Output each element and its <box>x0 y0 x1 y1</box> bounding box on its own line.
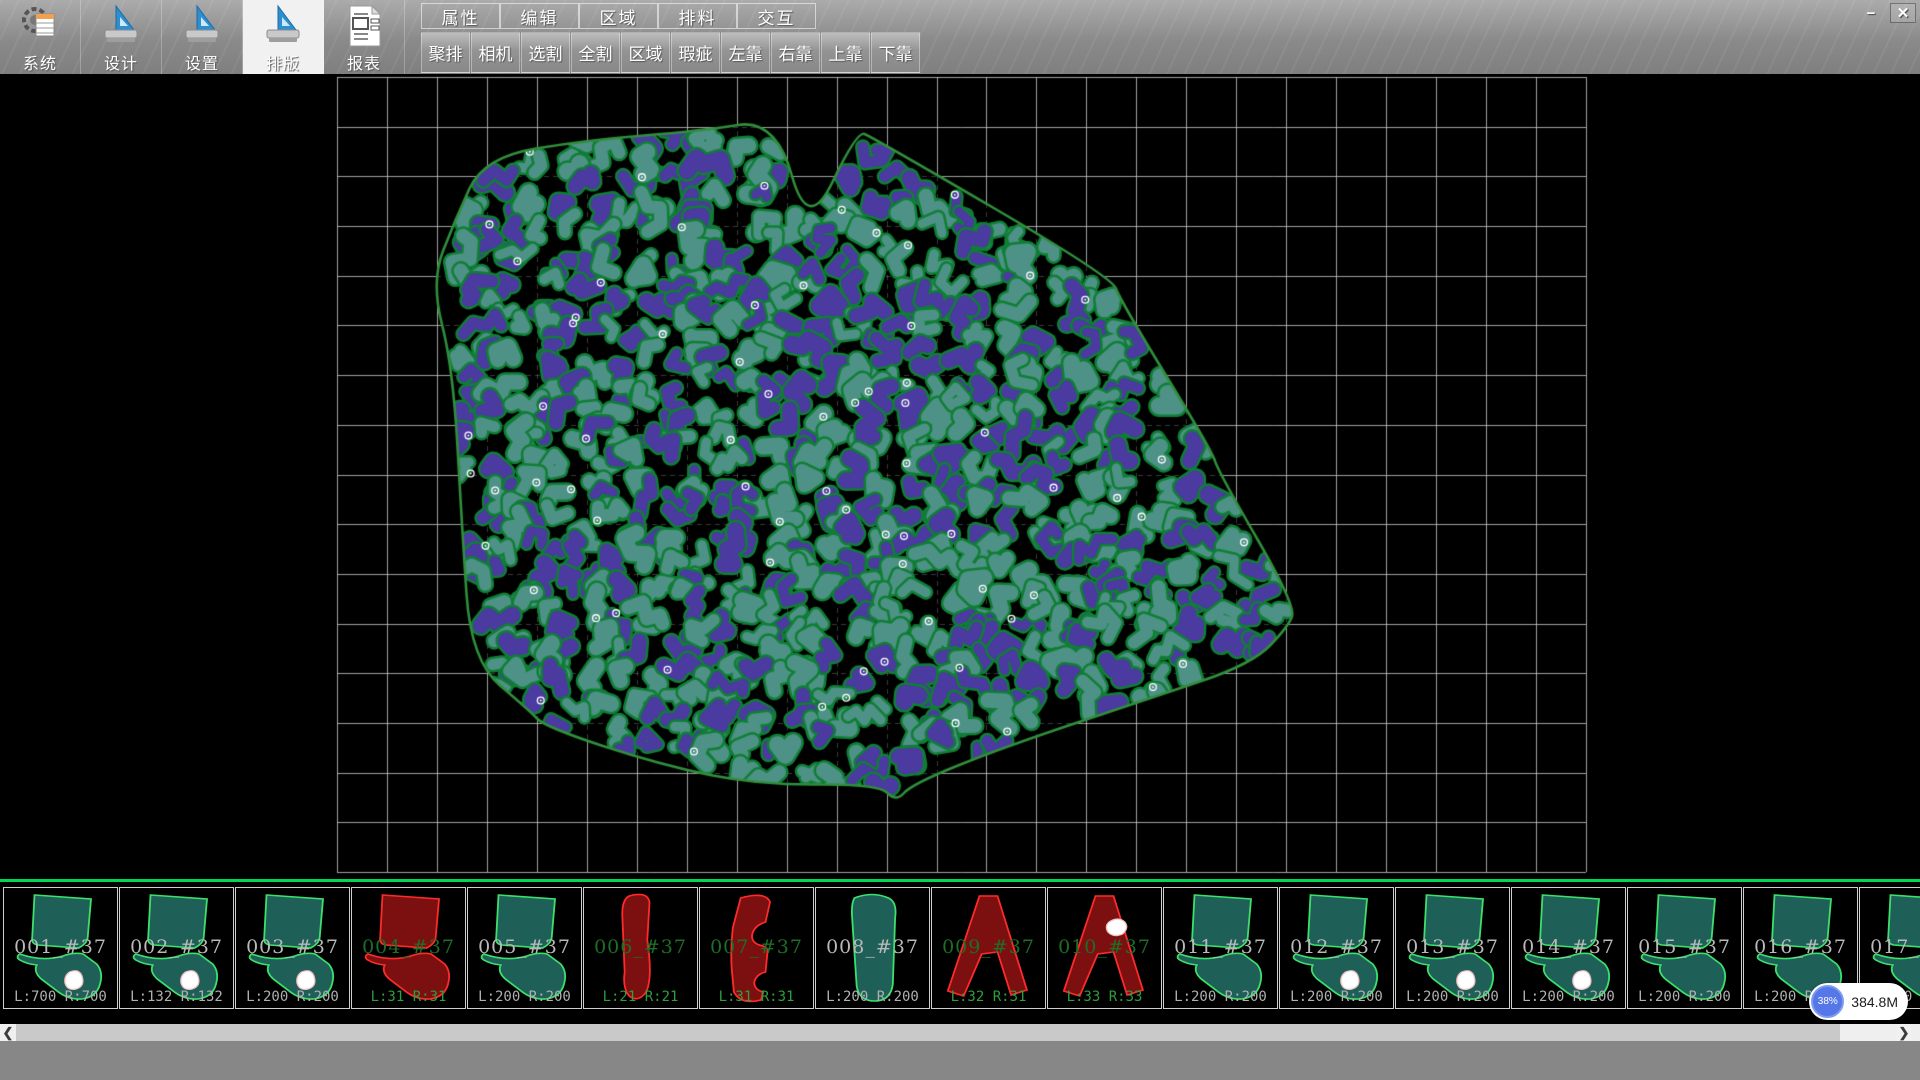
tool-button-7[interactable]: 左靠 <box>721 32 770 73</box>
nesting-workspace[interactable] <box>0 74 1920 879</box>
scroll-left-icon[interactable]: ❮ <box>0 1024 16 1041</box>
app-tab-label: 报表 <box>347 50 381 74</box>
tool-button-1[interactable]: 聚排 <box>421 32 470 73</box>
tool-button-3[interactable]: 选割 <box>521 32 570 73</box>
piece-lr-count: L:200 R:200 <box>816 989 929 1005</box>
memory-percent-badge: 38% <box>1811 985 1844 1018</box>
tool-button-6[interactable]: 瑕疵 <box>671 32 720 73</box>
menu-item-4[interactable]: 排料 <box>658 3 737 29</box>
tool-row: 聚排相机选割全割区域瑕疵左靠右靠上靠下靠 <box>421 32 921 73</box>
piece-lr-count: L:200 R:200 <box>1396 989 1509 1005</box>
menu-item-3[interactable]: 区域 <box>579 3 658 29</box>
app-tab-label: 设置 <box>185 50 219 74</box>
app-tab-2[interactable]: 设计 <box>81 0 162 74</box>
thumbnail-cell-14[interactable]: 014_#37 L:200 R:200 <box>1511 887 1626 1009</box>
menu-item-5[interactable]: 交互 <box>737 3 816 29</box>
tool-button-5[interactable]: 区域 <box>621 32 670 73</box>
tool-button-4[interactable]: 全割 <box>571 32 620 73</box>
settings-ruler-icon <box>182 4 222 48</box>
thumbnail-cell-1[interactable]: 001_#37 L:700 R:700 <box>3 887 118 1009</box>
app-tab-5[interactable]: 报表 <box>324 0 405 74</box>
piece-name: 016_#37 <box>1744 936 1857 958</box>
piece-name: 004_#37 <box>352 936 465 958</box>
app-tab-3[interactable]: 设置 <box>162 0 243 74</box>
piece-lr-count: L:200 R:200 <box>1628 989 1741 1005</box>
tool-button-2[interactable]: 相机 <box>471 32 520 73</box>
tool-button-9[interactable]: 上靠 <box>821 32 870 73</box>
piece-name: 001_#37 <box>4 936 117 958</box>
thumbnail-cell-10[interactable]: 010_#37 L:33 R:33 <box>1047 887 1162 1009</box>
status-footer <box>0 1041 1920 1080</box>
tool-button-8[interactable]: 右靠 <box>771 32 820 73</box>
thumbnail-cell-11[interactable]: 011_#37 L:200 R:200 <box>1163 887 1278 1009</box>
piece-name: 010_#37 <box>1048 936 1161 958</box>
thumbnail-cell-3[interactable]: 003_#37 L:200 R:200 <box>235 887 350 1009</box>
tool-button-10[interactable]: 下靠 <box>871 32 920 73</box>
thumbnail-cell-5[interactable]: 005_#37 L:200 R:200 <box>467 887 582 1009</box>
thumbnail-cell-12[interactable]: 012_#37 L:200 R:200 <box>1279 887 1394 1009</box>
piece-lr-count: L:21 R:21 <box>584 989 697 1005</box>
piece-name: 011_#37 <box>1164 936 1277 958</box>
report-icon <box>344 4 384 48</box>
design-ruler-icon <box>101 4 141 48</box>
toolbar: 系统设计设置排版报表 属性编辑区域排料交互 聚排相机选割全割区域瑕疵左靠右靠上靠… <box>0 0 1920 74</box>
piece-name: 009_#37 <box>932 936 1045 958</box>
piece-lr-count: L:32 R:31 <box>932 989 1045 1005</box>
piece-lr-count: L:33 R:33 <box>1048 989 1161 1005</box>
piece-thumbnail-strip: 001_#37L:700 R:700002_#37L:132 R:132003_… <box>0 879 1920 1024</box>
piece-lr-count: L:200 R:200 <box>468 989 581 1005</box>
app-tab-4[interactable]: 排版 <box>243 0 324 74</box>
close-button[interactable]: ✕ <box>1890 3 1916 23</box>
thumbnail-cell-13[interactable]: 013_#37 L:200 R:200 <box>1395 887 1510 1009</box>
thumbnail-cell-8[interactable]: 008_#37 L:200 R:200 <box>815 887 930 1009</box>
piece-lr-count: L:132 R:132 <box>120 989 233 1005</box>
piece-lr-count: L:31 R:31 <box>352 989 465 1005</box>
piece-lr-count: L:31 R:31 <box>700 989 813 1005</box>
piece-lr-count: L:700 R:700 <box>4 989 117 1005</box>
piece-name: 014_#37 <box>1512 936 1625 958</box>
horizontal-scrollbar[interactable]: ❮ ❯ <box>0 1024 1920 1041</box>
app-tabs: 系统 设计 设置 排版 报表 <box>0 0 405 74</box>
system-gear-icon <box>20 4 60 48</box>
thumbnail-cell-2[interactable]: 002_#37 L:132 R:132 <box>119 887 234 1009</box>
menu-item-1[interactable]: 属性 <box>421 3 500 29</box>
piece-name: 002_#37 <box>120 936 233 958</box>
minimize-button[interactable]: − <box>1858 3 1884 23</box>
piece-name: 013_#37 <box>1396 936 1509 958</box>
piece-name: 006_#37 <box>584 936 697 958</box>
piece-lr-count: L:200 R:200 <box>1280 989 1393 1005</box>
thumbnail-cell-15[interactable]: 015_#37 L:200 R:200 <box>1627 887 1742 1009</box>
window-controls: − ✕ <box>1858 3 1916 23</box>
app-tab-label: 设计 <box>104 50 138 74</box>
thumbnail-cell-6[interactable]: 006_#37 L:21 R:21 <box>583 887 698 1009</box>
menu-item-2[interactable]: 编辑 <box>500 3 579 29</box>
nesting-ruler-icon <box>263 4 303 48</box>
thumbnail-cell-4[interactable]: 004_#37 L:31 R:31 <box>351 887 466 1009</box>
scroll-right-icon[interactable]: ❯ <box>1896 1024 1912 1041</box>
piece-name: 012_#37 <box>1280 936 1393 958</box>
piece-lr-count: L:200 R:200 <box>1164 989 1277 1005</box>
piece-lr-count: L:200 R:200 <box>1512 989 1625 1005</box>
piece-name: 003_#37 <box>236 936 349 958</box>
piece-name: 008_#37 <box>816 936 929 958</box>
piece-name: 017_#37 <box>1860 936 1920 958</box>
piece-name: 005_#37 <box>468 936 581 958</box>
thumbnail-cell-9[interactable]: 009_#37 L:32 R:31 <box>931 887 1046 1009</box>
memory-size-label: 384.8M <box>1851 994 1898 1010</box>
piece-name: 015_#37 <box>1628 936 1741 958</box>
thumbnail-cell-7[interactable]: 007_#37 L:31 R:31 <box>699 887 814 1009</box>
piece-name: 007_#37 <box>700 936 813 958</box>
app-tab-label: 排版 <box>266 50 300 74</box>
menu-bar: 属性编辑区域排料交互 <box>421 3 816 30</box>
app-tab-1[interactable]: 系统 <box>0 0 81 74</box>
nesting-canvas[interactable] <box>0 74 1920 879</box>
thumbnail-cells: 001_#37L:700 R:700002_#37L:132 R:132003_… <box>3 887 1920 1009</box>
app-tab-label: 系统 <box>23 50 57 74</box>
memory-gauge: 38% 384.8M <box>1809 983 1908 1020</box>
piece-lr-count: L:200 R:200 <box>236 989 349 1005</box>
